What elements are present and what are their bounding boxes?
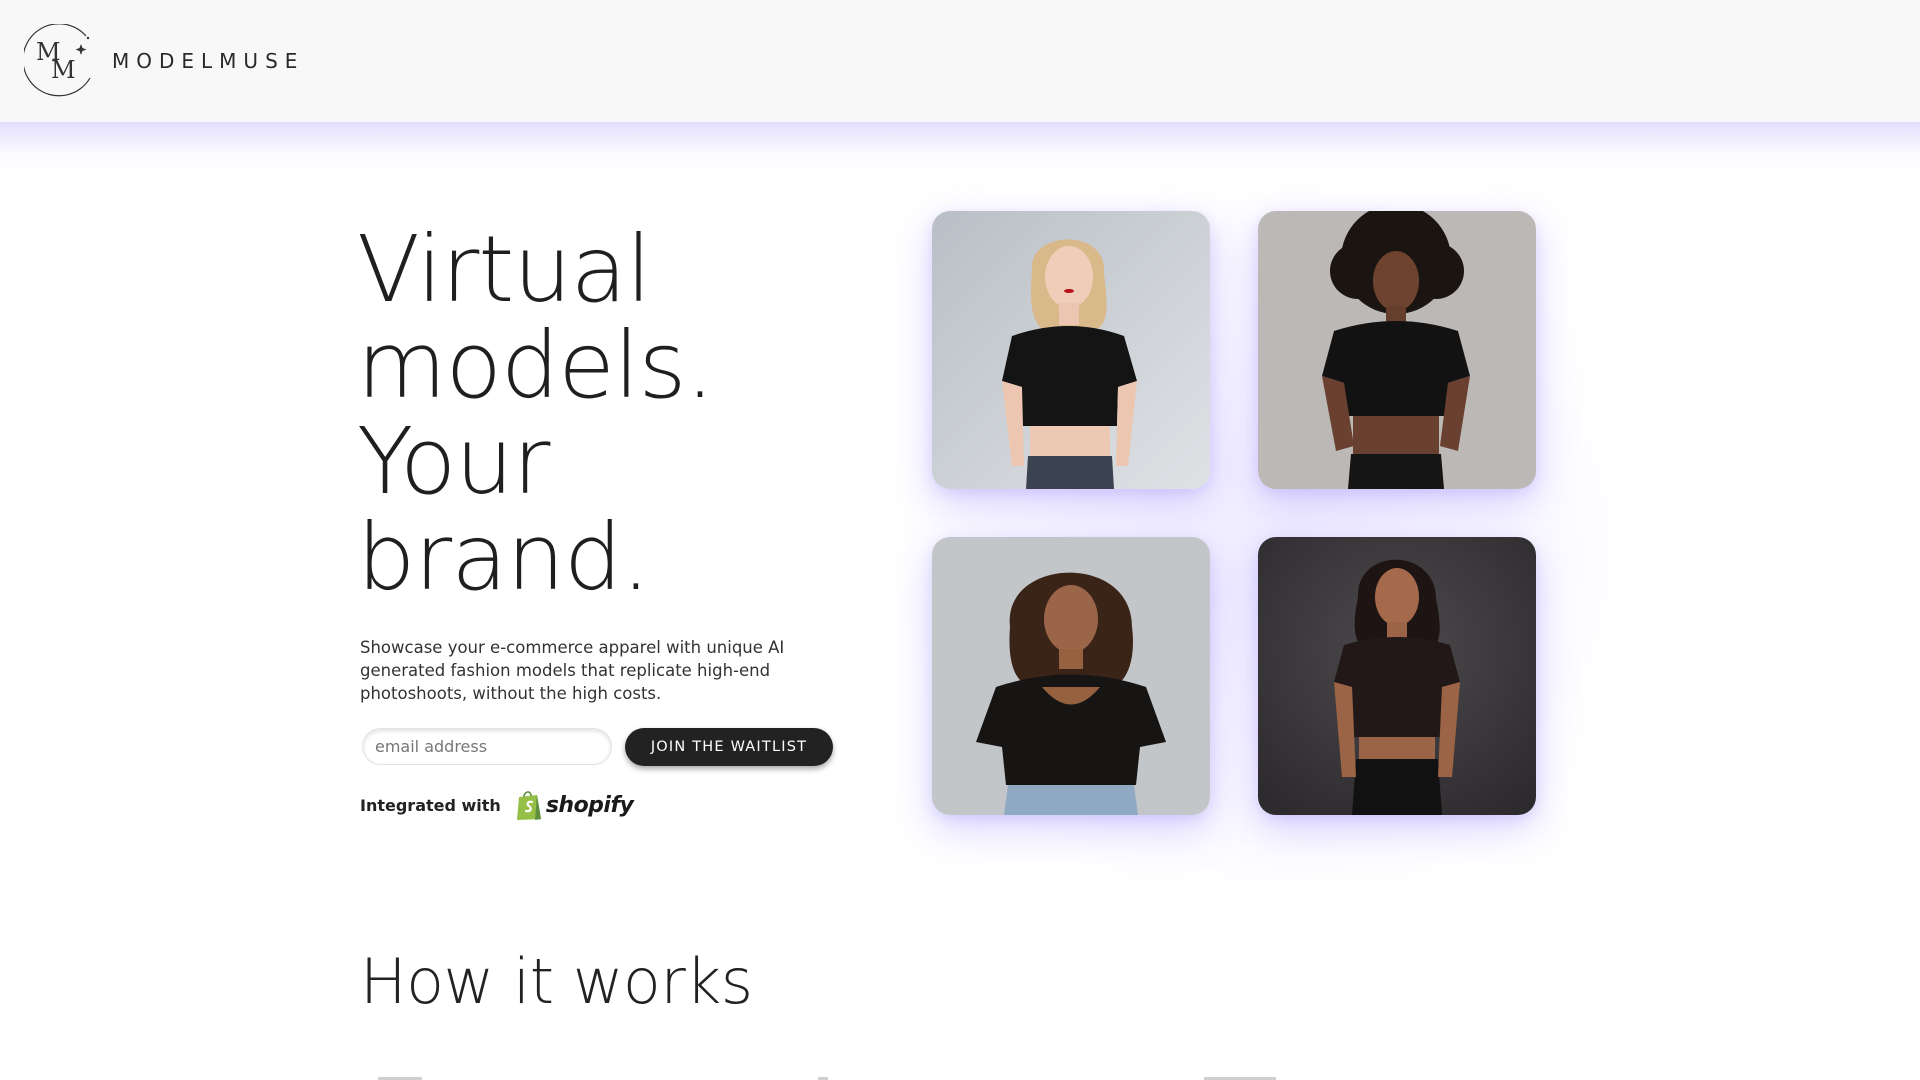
join-waitlist-button[interactable]: JOIN THE WAITLIST [625, 728, 833, 766]
hero-title-line: Virtual [357, 216, 652, 323]
integrated-label: Integrated with [360, 795, 501, 815]
brand-logo[interactable]: M M MODELMUSE [24, 24, 304, 98]
hero-title: Virtual models. Your brand. [357, 222, 877, 606]
svg-text:M: M [51, 56, 76, 84]
model-photo-2 [1258, 211, 1536, 489]
model-image[interactable] [1258, 211, 1536, 489]
shopify-bag-icon [516, 791, 541, 820]
model-photo-4 [1258, 537, 1536, 815]
integration-note: Integrated with shopify [360, 789, 634, 821]
model-photo-3 [932, 537, 1210, 815]
hero-subtitle: Showcase your e-commerce apparel with un… [360, 638, 785, 703]
header-shadow [0, 122, 1920, 182]
how-it-works-heading: How it works [360, 945, 753, 1018]
model-image[interactable] [932, 211, 1210, 489]
hero-title-line: brand. [357, 504, 651, 611]
model-image[interactable] [932, 537, 1210, 815]
model-photo-1 [932, 211, 1210, 489]
shopify-wordmark: shopify [545, 792, 634, 818]
mm-monogram-icon: M M [24, 24, 91, 97]
email-input[interactable] [362, 728, 612, 765]
model-image[interactable] [1258, 537, 1536, 815]
top-header: M M MODELMUSE [0, 0, 1920, 122]
brand-name: MODELMUSE [112, 49, 305, 73]
hero-title-line: Your [357, 408, 550, 515]
hero-title-line: models. [357, 312, 715, 419]
shopify-logo[interactable]: shopify [515, 789, 634, 821]
